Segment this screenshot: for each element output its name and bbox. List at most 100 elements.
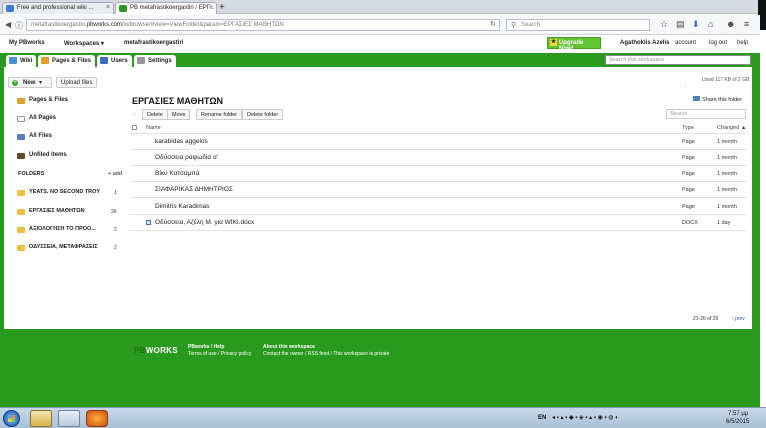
row-changed: 1 day — [717, 220, 731, 226]
plus-icon: + — [12, 80, 18, 86]
pages-files-icon — [17, 98, 25, 104]
sidebar-folder-odysseia[interactable]: ΟΔΥΣΣΕΙΑ, ΜΕΤΑΦΡΑΣΕΙΣ — [29, 244, 98, 250]
sidebar-folder-ergasies[interactable]: ΕΡΓΑΣΙΕΣ ΜΑΘΗΤΩΝ — [29, 208, 85, 214]
page-icon — [17, 116, 25, 122]
sidebar-item-all-pages[interactable]: All Pages — [29, 115, 56, 121]
language-indicator[interactable]: EN — [538, 415, 546, 421]
sidebar-item-pages-files[interactable]: Pages & Files — [29, 97, 68, 103]
files-icon — [17, 134, 25, 140]
delete-button[interactable]: Delete — [142, 109, 168, 120]
account-link[interactable]: account — [675, 40, 696, 46]
row-type: Page — [682, 187, 695, 193]
pagination-count: 21-26 of 26 — [693, 316, 719, 322]
file-explorer-icon[interactable] — [30, 410, 52, 427]
windows-start-icon[interactable] — [3, 410, 20, 427]
sidebar-folder-axiologisi[interactable]: ΑΞΙΟΛΟΓΗΣΗ ΤΟ ΠΡΟΟ... — [29, 226, 96, 232]
tab-users[interactable]: Users — [97, 55, 132, 67]
prev-page-link[interactable]: ‹ prev — [732, 316, 745, 322]
select-arrow-icon: ↓ — [133, 111, 136, 117]
row-name[interactable]: karabidas aggelos — [155, 138, 208, 145]
search-icon: ⚲ — [511, 22, 517, 29]
column-name[interactable]: Name — [146, 125, 161, 131]
delete-folder-button[interactable]: Delete folder — [242, 109, 284, 120]
screen: Free and professional wiki ... × PB meta… — [0, 0, 766, 428]
back-icon[interactable]: ◀ — [5, 20, 11, 29]
share-folder-link[interactable]: Share this folder — [693, 96, 742, 103]
download-icon[interactable]: ⬇ — [692, 19, 700, 30]
folders-heading: FOLDERS — [18, 171, 45, 177]
close-tab-icon[interactable]: × — [209, 4, 213, 11]
storage-usage: Used 117 KB of 2 GB — [702, 77, 750, 83]
workspaces-menu[interactable]: Workspaces ▾ — [64, 40, 104, 47]
usage-marker: ↑ — [684, 83, 687, 89]
new-tab-button[interactable]: + — [219, 2, 225, 13]
upload-files-button[interactable]: Upload files — [56, 77, 98, 88]
column-changed[interactable]: Changed ▲ — [717, 125, 746, 131]
chevron-down-icon: ▾ — [39, 80, 43, 86]
tab-wiki[interactable]: Wiki — [6, 55, 37, 67]
folder-icon — [17, 190, 25, 196]
logout-link[interactable]: log out — [709, 40, 727, 46]
clock-time[interactable]: 7:57 μμ — [728, 411, 748, 417]
pbworks-header: My PBworks Workspaces ▾ metafrastikoerga… — [0, 36, 760, 52]
row-name[interactable]: Dimitris Karadimas — [155, 203, 210, 210]
tab-pages-files[interactable]: Pages & Files — [38, 55, 96, 67]
row-name[interactable]: ΣΙΑΦΑΡΙΚΑΣ ΔΗΜΗΤΡΙΟΣ — [155, 186, 233, 193]
user-name[interactable]: Agathoklis Azelis — [620, 40, 669, 46]
sidebar-item-unfiled[interactable]: Unfiled items — [29, 152, 67, 158]
tab-settings[interactable]: Settings — [134, 55, 176, 67]
close-tab-icon[interactable]: × — [106, 4, 110, 11]
column-type[interactable]: Type — [682, 125, 694, 131]
browser-tab-2[interactable]: PB metafrastikoergastiri / ΕΡΓ... × — [115, 2, 217, 14]
terms-link[interactable]: Terms of use / Privacy policy — [188, 351, 251, 357]
info-icon[interactable]: ⓘ — [15, 20, 23, 31]
about-links[interactable]: Contact the owner / RSS feed / This work… — [263, 351, 389, 357]
clock-date[interactable]: 6/5/2015 — [726, 419, 749, 425]
wiki-icon — [9, 57, 17, 64]
row-changed: 1 month — [717, 171, 737, 177]
home-icon[interactable]: ⌂ — [708, 19, 713, 29]
sidebar-item-all-files[interactable]: All Files — [29, 133, 52, 139]
my-pbworks-link[interactable]: My PBworks — [9, 40, 45, 46]
smiley-icon[interactable]: ☻ — [726, 19, 735, 29]
row-divider — [130, 197, 746, 198]
about-heading: About this workspace — [263, 344, 315, 350]
upgrade-button[interactable]: ★ Upgrade Now! — [547, 37, 601, 52]
workspace-name[interactable]: metafrastikoergastiri — [124, 40, 183, 46]
firefox-icon[interactable] — [86, 410, 108, 427]
browser-tab-1[interactable]: Free and professional wiki ... × — [2, 2, 114, 14]
rename-folder-button[interactable]: Rename folder — [196, 109, 243, 120]
help-link[interactable]: help — [737, 40, 748, 46]
reload-icon[interactable]: ↻ — [490, 20, 496, 28]
row-changed: 1 month — [717, 187, 737, 193]
row-name[interactable]: Βίκυ Κατσαμπά — [155, 170, 200, 177]
bookmark-star-icon[interactable]: ☆ — [660, 19, 668, 30]
browser-nav-bar: ◀ ⓘ metafrastikoergastiri.pbworks.com/w/… — [0, 15, 760, 35]
row-type: Page — [682, 204, 695, 210]
browser-search-box[interactable]: ⚲ Search — [506, 19, 650, 31]
row-changed: 1 month — [717, 155, 737, 161]
footer: PBWORKS PBworks / Help Terms of use / Pr… — [0, 329, 760, 407]
pbworks-logo: PBWORKS — [134, 346, 178, 355]
row-name[interactable]: Οδύσσεια ραψωδία α' — [155, 154, 218, 161]
menu-icon[interactable]: ≡ — [744, 19, 749, 29]
clipboard-icon[interactable]: ▤ — [676, 19, 685, 30]
row-divider — [130, 230, 746, 231]
select-all-checkbox[interactable] — [132, 125, 137, 130]
url-bar[interactable]: metafrastikoergastiri.pbworks.com/w/brow… — [26, 19, 500, 31]
add-folder-link[interactable]: + add — [108, 171, 122, 177]
row-changed: 1 month — [717, 204, 737, 210]
sidebar-folder-yeats[interactable]: YEATS, NO SECOND TROY — [29, 189, 100, 195]
office-app-icon[interactable] — [58, 410, 80, 427]
tray-icons[interactable]: ◂ ▪ ▴ ▪ ◆ ▪ ◈ ▪ ▴ ▪ ◉ ▪ ◍ ◐ — [552, 414, 619, 421]
row-name[interactable]: Οδύσσεια, Αζέλη Μ. για WIKI.docx — [155, 219, 254, 226]
row-checkbox[interactable] — [146, 220, 151, 225]
page-title: ΕΡΓΑΣΙΕΣ ΜΑΘΗΤΩΝ — [132, 96, 224, 106]
row-type: Page — [682, 171, 695, 177]
workspace-search-input[interactable]: Search this workspace — [605, 55, 751, 65]
new-button[interactable]: + New ▾ — [8, 77, 52, 88]
folder-search-input[interactable]: Search — [666, 109, 746, 119]
move-button[interactable]: Move — [167, 109, 191, 120]
pbworks-help-link[interactable]: PBworks / Help — [188, 344, 224, 350]
users-icon — [100, 57, 108, 64]
